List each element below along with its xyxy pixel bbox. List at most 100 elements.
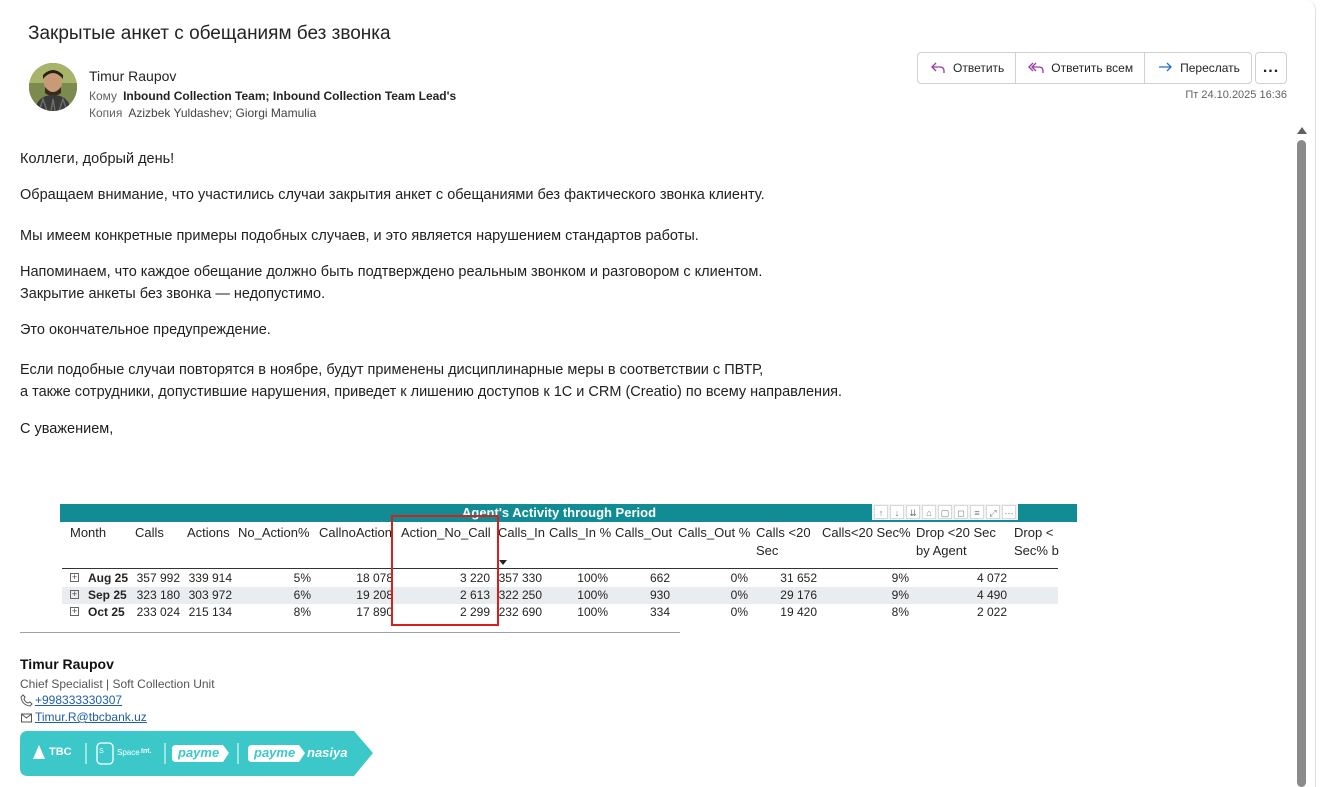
to-line: Кому Inbound Collection Team; Inbound Col… <box>89 89 456 103</box>
highlight-box <box>391 515 499 626</box>
body-paragraph-3a: Напоминаем, что каждое обещание должно б… <box>20 264 763 280</box>
phone-icon <box>20 693 33 707</box>
report-column-header[interactable]: Calls_Out % <box>678 524 750 542</box>
report-column-header[interactable]: Actions <box>187 524 230 542</box>
report-tool-filter-icon: ≡ <box>970 505 984 519</box>
report-column-header[interactable]: Calls_Out <box>615 524 672 542</box>
report-column-header[interactable]: No_Action% <box>238 524 310 542</box>
report-column-header[interactable]: Drop < Sec% b <box>1014 524 1059 560</box>
report-cell-calls-20: 19 420 <box>780 605 817 619</box>
signature-brand-banner: TBC S Space Int. payme payme nasiya <box>20 731 373 776</box>
report-cell-calls-in: 357 330 <box>498 571 542 585</box>
report-cell-actions: 303 972 <box>188 588 232 602</box>
report-column-header[interactable]: Calls<20 Sec% <box>822 524 911 542</box>
report-row: + Aug 25 357 992 339 914 5% 18 078 3 220 357 33… <box>62 570 1058 587</box>
expand-row-icon[interactable]: + <box>70 607 79 616</box>
report-column-header-line1: No_Action% <box>238 525 310 540</box>
report-cell-calls-20-pct: 9% <box>891 588 909 602</box>
banner-tbc-logo: TBC <box>49 746 72 758</box>
report-cell-drop-20: 4 490 <box>976 588 1007 602</box>
report-column-header-line1: Calls_In <box>498 525 545 540</box>
report-row: + Sep 25 323 180 303 972 6% 19 208 2 613 322 25… <box>62 587 1058 604</box>
signature-phone-link[interactable]: +998333330307 <box>35 693 122 707</box>
report-column-header[interactable]: Calls <box>135 524 164 542</box>
report-column-header[interactable]: Drop <20 Sec by Agent <box>916 524 996 560</box>
report-column-header[interactable]: Calls_In % <box>549 524 611 542</box>
signature-email-row: Timur.R@tbcbank.uz <box>20 710 147 724</box>
report-cell-calls-out: 930 <box>649 588 670 602</box>
report-column-header-line2: Sec% b <box>1014 543 1059 558</box>
more-icon: ... <box>1262 59 1280 76</box>
report-tool-hierarchy-icon: ⌂ <box>922 505 936 519</box>
report-cell-calls: 323 180 <box>136 588 180 602</box>
reply-all-button[interactable]: Ответить всем <box>1016 53 1146 83</box>
expand-row-icon[interactable]: + <box>70 590 79 599</box>
report-cell-calls-in: 232 690 <box>498 605 542 619</box>
report-cell-callnoaction: 18 078 <box>356 571 393 585</box>
report-cell-drop-20: 2 022 <box>976 605 1007 619</box>
report-cell-calls-in-pct: 100% <box>577 571 608 585</box>
report-cell-calls: 233 024 <box>136 605 180 619</box>
signature-phone-row: +998333330307 <box>20 693 122 707</box>
reply-button[interactable]: Ответить <box>918 53 1017 83</box>
body-paragraph-5b: а также сотрудники, допустившие нарушени… <box>20 384 843 400</box>
to-label: Кому <box>89 89 118 103</box>
report-column-header[interactable]: Calls_In <box>498 524 545 542</box>
forward-button[interactable]: Переслать <box>1145 53 1251 83</box>
banner-payme-nasiya-logo: payme <box>254 745 296 760</box>
forward-label: Переслать <box>1180 61 1240 75</box>
report-tool-up-icon: ↑ <box>874 505 888 519</box>
forward-icon <box>1159 62 1173 72</box>
signature-title: Chief Specialist | Soft Collection Unit <box>20 677 215 691</box>
report-cell-calls-out-pct: 0% <box>730 588 748 602</box>
message-date: Пт 24.10.2025 16:36 <box>1185 89 1287 101</box>
body-paragraph-2: Мы имеем конкретные примеры подобных слу… <box>20 228 699 244</box>
more-actions-button[interactable]: ... <box>1255 52 1287 84</box>
report-column-header[interactable]: Calls <20 Sec <box>756 524 811 560</box>
signature-email-link[interactable]: Timur.R@tbcbank.uz <box>35 710 147 724</box>
report-column-header[interactable]: CallnoAction <box>319 524 392 542</box>
report-column-header-line1: Actions <box>187 525 230 540</box>
message-actions: Ответить Ответить всем Переслать <box>917 52 1252 84</box>
cc-recipients[interactable]: Azizbek Yuldashev; Giorgi Mamulia <box>128 106 316 120</box>
report-cell-calls-20-pct: 8% <box>891 605 909 619</box>
sort-desc-icon <box>499 560 507 565</box>
report-cell-no-action-pct: 8% <box>293 605 311 619</box>
expand-row-icon[interactable]: + <box>70 573 79 582</box>
report-tool-down-icon: ↓ <box>890 505 904 519</box>
report-cell-calls-20: 31 652 <box>780 571 817 585</box>
report-cell-callnoaction: 19 208 <box>356 588 393 602</box>
report-cell-actions: 215 134 <box>188 605 232 619</box>
report-column-header-line1: Drop <20 Sec <box>916 525 996 540</box>
banner-space-logo: Space <box>117 748 140 757</box>
sender-avatar[interactable] <box>29 63 77 111</box>
body-greeting: Коллеги, добрый день! <box>20 151 175 167</box>
report-cell-calls: 357 992 <box>136 571 180 585</box>
report-toolbar: ↑ ↓ ⇊ ⌂ ▢ ◻ ≡ ⤢ ⋯ <box>872 504 1018 520</box>
report-cell-callnoaction: 17 890 <box>356 605 393 619</box>
reply-label: Ответить <box>953 61 1005 75</box>
report-tool-focus-icon: ⤢ <box>986 505 1000 519</box>
report-column-header[interactable]: Month <box>70 524 106 542</box>
to-recipients[interactable]: Inbound Collection Team; Inbound Collect… <box>123 89 456 103</box>
signature-divider <box>20 632 680 633</box>
report-cell-actions: 339 914 <box>188 571 232 585</box>
report-cell-calls-20-pct: 9% <box>891 571 909 585</box>
report-cell-drop-20: 4 072 <box>976 571 1007 585</box>
report-column-header-line1: Calls_In % <box>549 525 612 540</box>
report-column-header-line2: by Agent <box>916 543 967 558</box>
report-cell-calls-20: 29 176 <box>780 588 817 602</box>
report-column-header-line1: CallnoAction <box>319 525 392 540</box>
scroll-up-arrow-icon[interactable] <box>1297 127 1307 134</box>
sender-name[interactable]: Timur Raupov <box>89 68 176 84</box>
report-cell-calls-out: 662 <box>649 571 670 585</box>
report-tool-bell-icon: ◻ <box>954 505 968 519</box>
report-cell-month: Aug 25 <box>88 571 129 585</box>
report-cell-calls-in-pct: 100% <box>577 588 608 602</box>
report-cell-calls-out: 334 <box>649 605 670 619</box>
body-paragraph-4: Это окончательное предупреждение. <box>20 322 271 338</box>
report-tool-double-down-icon: ⇊ <box>906 505 920 519</box>
scrollbar-thumb[interactable] <box>1297 140 1306 787</box>
cc-label: Копия <box>89 106 123 120</box>
report-cell-calls-in: 322 250 <box>498 588 542 602</box>
